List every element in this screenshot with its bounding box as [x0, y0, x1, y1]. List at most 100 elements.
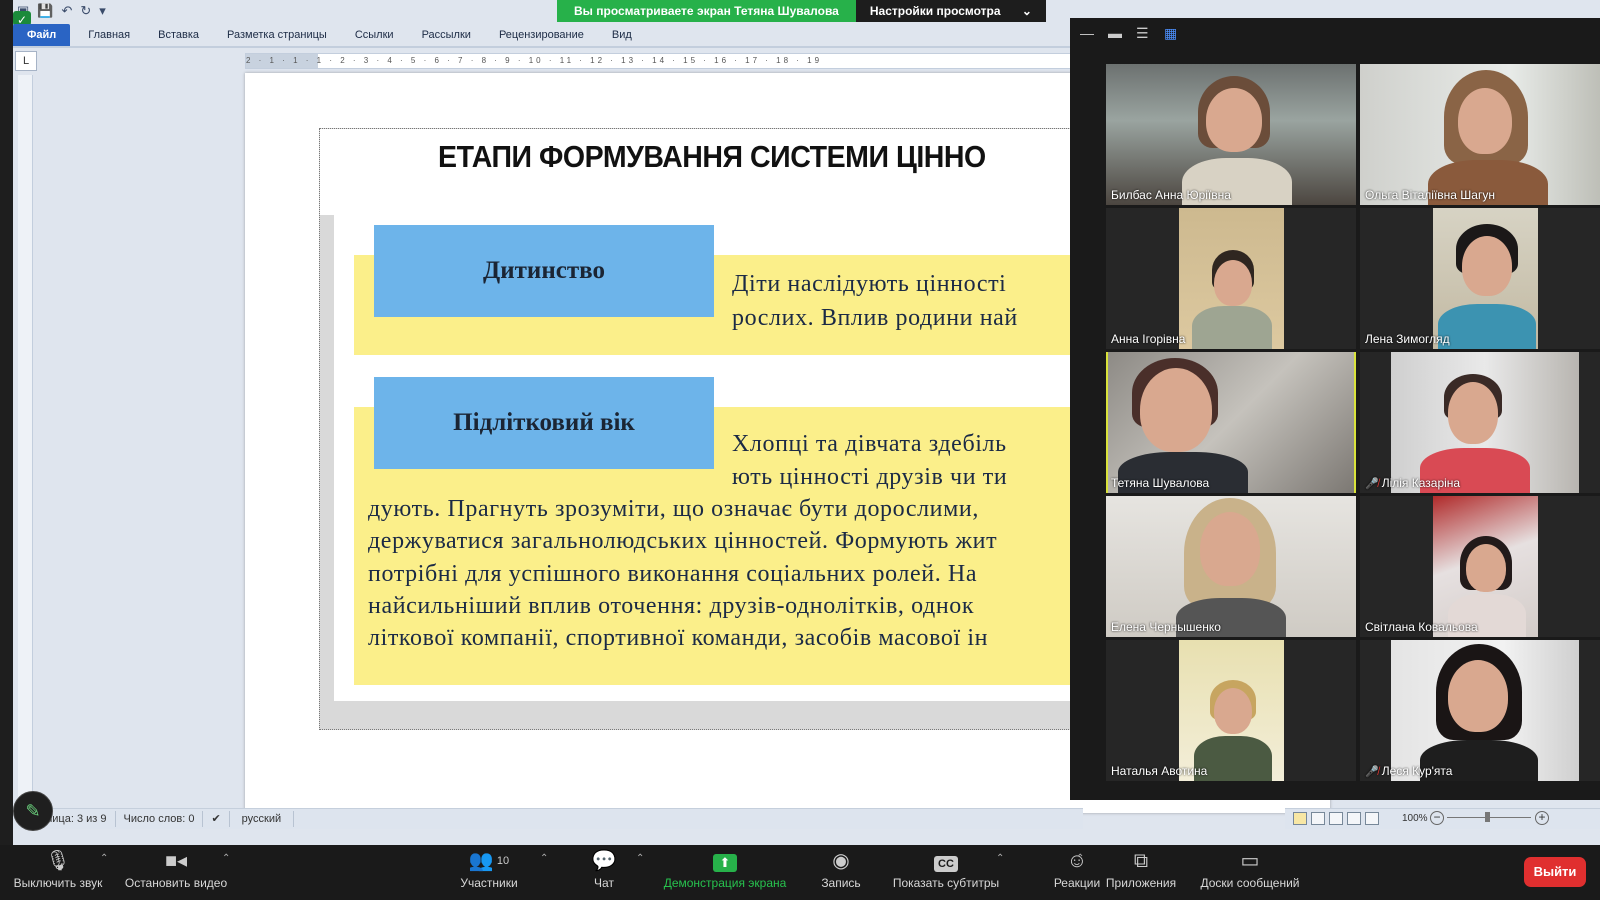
web-layout-icon — [1329, 812, 1343, 825]
spellcheck-icon: ✔ — [203, 811, 230, 827]
customize-toolbar-icon: ▾ — [99, 3, 106, 18]
chevron-up-icon[interactable]: ⌃ — [996, 853, 1004, 864]
zoom-out-icon: − — [1430, 811, 1444, 825]
tab-insert: Вставка — [158, 29, 200, 41]
vertical-ruler — [18, 75, 33, 810]
chevron-up-icon[interactable]: ⌃ — [1076, 853, 1084, 864]
participant-tile[interactable]: Ольга Віталіївна Шагун — [1360, 64, 1600, 205]
participant-name: Анна Ігорівна — [1111, 332, 1186, 346]
word-view-controls: 100% − + — [1285, 808, 1600, 829]
stage2-text-line: найсильніший вплив оточення: друзів-одно… — [368, 593, 975, 619]
redo-icon: ↻ — [80, 3, 92, 18]
share-screen-button[interactable]: ⬆ Демонстрация экрана — [660, 845, 790, 900]
language: русский — [230, 811, 295, 827]
viewing-screen-notice: Вы просматриваете экран Тетяна Шувалова — [557, 0, 856, 22]
chat-button[interactable]: 💬 Чат ⌃ — [580, 845, 645, 900]
tab-view: Вид — [611, 29, 632, 41]
stage2-text-line: літкової компанії, спортивної команди, з… — [368, 625, 989, 651]
participant-name: Елена Чернышенко — [1111, 620, 1221, 634]
chevron-up-icon[interactable]: ⌃ — [540, 853, 548, 864]
minimize-icon[interactable]: — — [1080, 26, 1094, 40]
participant-tile-active-speaker[interactable]: Тетяна Шувалова — [1106, 352, 1356, 493]
chevron-down-icon: ⌄ — [1021, 4, 1032, 18]
gallery-view-icon[interactable]: ▦ — [1164, 26, 1178, 40]
annotate-button[interactable]: ✎ — [13, 791, 53, 831]
reading-view-icon — [1311, 812, 1325, 825]
reactions-button[interactable]: ☺ Реакции ⌃ — [1050, 845, 1104, 900]
outline-view-icon — [1347, 812, 1361, 825]
record-button[interactable]: ◉ Запись — [816, 845, 866, 900]
word-status-bar: Страница: 3 из 9 Число слов: 0 ✔ русский — [13, 808, 1083, 829]
participant-tile[interactable]: 🎤̸ Леся Кур'ята — [1360, 640, 1600, 781]
video-gallery-panel: — ▬ ☰ ▦ Билбас Анна Юріївна Ольга Віталі… — [1070, 18, 1600, 800]
chevron-up-icon[interactable]: ⌃ — [636, 853, 644, 864]
tab-home: Главная — [88, 29, 131, 41]
participant-name: Ольга Віталіївна Шагун — [1365, 188, 1495, 202]
participant-tile[interactable]: Елена Чернышенко — [1106, 496, 1356, 637]
tab-file: Файл — [13, 24, 71, 46]
participant-name: Наталья Авотина — [1111, 764, 1208, 778]
speaker-view-icon[interactable]: ▬ — [1108, 26, 1122, 40]
apps-label: Приложения — [1105, 876, 1177, 890]
record-label: Запись — [821, 876, 861, 890]
chat-label: Чат — [594, 876, 614, 890]
participant-tile[interactable]: 🎤̸ Лілія Казаріна — [1360, 352, 1600, 493]
stage1-label: Дитинство — [374, 225, 714, 317]
slide-title: ЕТАПИ ФОРМУВАННЯ СИСТЕМИ ЦІННО — [438, 139, 986, 174]
participant-name: Світлана Ковальова — [1365, 620, 1478, 634]
whiteboards-button[interactable]: ▭ Доски сообщений — [1194, 845, 1306, 900]
video-camera-icon: ■◂ — [164, 850, 188, 872]
closed-captions-icon: CC — [934, 856, 958, 872]
participant-tile[interactable]: Наталья Авотина — [1106, 640, 1356, 781]
participant-name-text: Леся Кур'ята — [1381, 764, 1453, 778]
reactions-label: Реакции — [1053, 876, 1101, 890]
stage2-text-line: ють цінності друзів чи ти — [732, 464, 1008, 490]
strip-view-icon[interactable]: ☰ — [1136, 26, 1150, 40]
apps-button[interactable]: ⧉ Приложения — [1100, 845, 1182, 900]
leave-button[interactable]: Выйти — [1524, 857, 1586, 887]
participant-name: 🎤̸ Леся Кур'ята — [1365, 764, 1452, 778]
stage2-text-line: держуватися загальнолюдських цінностей. … — [368, 528, 998, 554]
participant-tile[interactable]: Світлана Ковальова — [1360, 496, 1600, 637]
stage2-label: Підлітковий вік — [374, 377, 714, 469]
tab-stop-selector: L — [15, 51, 37, 71]
pencil-icon: ✎ — [25, 801, 41, 821]
print-layout-icon — [1293, 812, 1307, 825]
undo-icon: ↶ — [61, 3, 73, 18]
chevron-up-icon[interactable]: ⌃ — [100, 853, 108, 864]
share-screen-icon: ⬆ — [713, 854, 737, 872]
slide-header: ЕТАПИ ФОРМУВАННЯ СИСТЕМИ ЦІННО — [320, 129, 1080, 215]
apps-icon: ⧉ — [1133, 850, 1149, 872]
meeting-toolbar: 🎙 Выключить звук ⌃ ■◂ Остановить видео ⌃… — [0, 845, 1600, 900]
stage1-text-line: Діти наслідують цінності — [732, 271, 1007, 297]
stage2-text-line: потрібні для успішного виконання соціаль… — [368, 561, 978, 587]
tab-page-layout: Разметка страницы — [227, 29, 327, 41]
chevron-up-icon[interactable]: ⌃ — [222, 853, 230, 864]
stop-video-button[interactable]: ■◂ Остановить видео ⌃ — [122, 845, 231, 900]
zoom-slider-thumb — [1485, 812, 1490, 822]
participant-tile[interactable]: Билбас Анна Юріївна — [1106, 64, 1356, 205]
ruler-numbers: 2 · 1 · 1 · 1 · 2 · 3 · 4 · 5 · 6 · 7 · … — [246, 56, 823, 65]
participant-name: Билбас Анна Юріївна — [1111, 188, 1231, 202]
mute-button[interactable]: 🎙 Выключить звук ⌃ — [10, 845, 109, 900]
view-options-label: Настройки просмотра — [869, 4, 1001, 18]
view-options-button[interactable]: Настройки просмотра ⌄ — [855, 0, 1046, 22]
chat-bubble-icon: 💬 — [591, 850, 617, 872]
word-count: Число слов: 0 — [116, 811, 204, 827]
participant-name: Лена Зимогляд — [1365, 332, 1450, 346]
show-captions-button[interactable]: CC Показать субтитры ⌃ — [890, 845, 1005, 900]
stage2-text-line: Хлопці та дівчата здебіль — [732, 431, 1007, 457]
captions-label: Показать субтитры — [892, 876, 1000, 890]
participant-tile[interactable]: Анна Ігорівна — [1106, 208, 1356, 349]
whiteboard-icon: ▭ — [1240, 850, 1260, 872]
participant-name: 🎤̸ Лілія Казаріна — [1365, 476, 1460, 490]
participants-icon: 👥 10 — [468, 850, 510, 872]
participants-button[interactable]: 👥 10 Участники ⌃ — [456, 845, 548, 900]
ribbon-divider — [13, 46, 1083, 48]
slide-image: ЕТАПИ ФОРМУВАННЯ СИСТЕМИ ЦІННО Дитинство… — [319, 128, 1081, 730]
record-icon: ◉ — [832, 850, 850, 872]
gallery-toolbar: — ▬ ☰ ▦ — [1070, 18, 1600, 50]
screen-left-edge — [0, 0, 13, 845]
horizontal-ruler: 2 · 1 · 1 · 1 · 2 · 3 · 4 · 5 · 6 · 7 · … — [245, 53, 1082, 69]
participant-tile[interactable]: Лена Зимогляд — [1360, 208, 1600, 349]
